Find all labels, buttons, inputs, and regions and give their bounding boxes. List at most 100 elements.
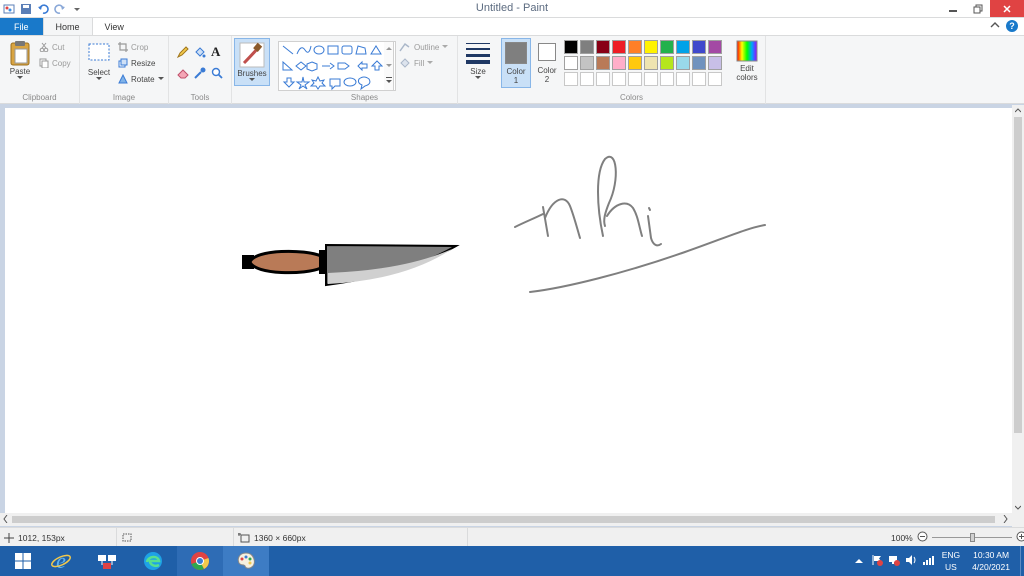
palette-swatch[interactable] — [644, 56, 658, 70]
zoom-out-icon[interactable] — [917, 531, 928, 544]
show-desktop-button[interactable] — [1020, 546, 1024, 576]
magnifier-icon[interactable] — [211, 67, 223, 81]
paste-button[interactable]: Paste — [5, 40, 35, 80]
copy-button[interactable]: Copy — [39, 58, 71, 68]
scroll-right-icon[interactable] — [1003, 514, 1008, 525]
rotate-icon — [118, 74, 128, 84]
input-language[interactable]: ENG US — [942, 549, 960, 573]
tab-view[interactable]: View — [93, 18, 136, 35]
minimize-button[interactable] — [940, 0, 965, 17]
palette-swatch[interactable] — [628, 40, 642, 54]
restore-button[interactable] — [965, 0, 990, 17]
show-hidden-icons-icon[interactable] — [854, 556, 863, 566]
palette-swatch[interactable] — [692, 56, 706, 70]
close-button[interactable] — [990, 0, 1024, 17]
color1-button[interactable]: Color 1 — [501, 38, 531, 88]
text-tool-icon[interactable]: A — [211, 44, 220, 60]
palette-swatch[interactable] — [612, 40, 626, 54]
help-icon[interactable]: ? — [1006, 20, 1018, 32]
color1-swatch — [505, 42, 527, 64]
zoom-slider-thumb[interactable] — [969, 533, 975, 542]
taskbar-network-app[interactable] — [84, 546, 130, 576]
scroll-down-icon[interactable] — [1014, 503, 1022, 512]
paint-app-icon[interactable] — [3, 3, 15, 15]
palette-swatch[interactable] — [708, 72, 722, 86]
palette-swatch[interactable] — [644, 72, 658, 86]
redo-icon[interactable] — [54, 3, 66, 15]
palette-swatch[interactable] — [580, 56, 594, 70]
crop-button[interactable]: Crop — [118, 42, 148, 52]
palette-swatch[interactable] — [676, 56, 690, 70]
signal-icon[interactable] — [922, 554, 934, 568]
taskbar-internet-explorer[interactable]: e — [38, 546, 84, 576]
undo-icon[interactable] — [37, 3, 49, 15]
tab-home[interactable]: Home — [42, 17, 93, 35]
fill-bucket-icon[interactable] — [194, 46, 206, 60]
palette-swatch[interactable] — [628, 56, 642, 70]
zoom-in-icon[interactable] — [1016, 531, 1024, 544]
size-button[interactable]: Size — [463, 42, 493, 80]
taskbar-chrome[interactable] — [177, 546, 223, 576]
cut-button[interactable]: Cut — [39, 42, 64, 52]
vertical-scrollbar[interactable] — [1012, 105, 1024, 513]
palette-swatch[interactable] — [660, 40, 674, 54]
palette-swatch[interactable] — [708, 40, 722, 54]
palette-swatch[interactable] — [596, 40, 610, 54]
palette-swatch[interactable] — [580, 72, 594, 86]
scroll-left-icon[interactable] — [3, 514, 8, 525]
edit-colors-button[interactable]: Edit colors — [732, 40, 762, 82]
palette-swatch[interactable] — [580, 40, 594, 54]
palette-swatch[interactable] — [596, 56, 610, 70]
knife-drawing — [242, 243, 460, 287]
palette-swatch[interactable] — [564, 72, 578, 86]
taskbar-paint[interactable] — [223, 546, 269, 576]
palette-swatch[interactable] — [660, 72, 674, 86]
fill-button[interactable]: Fill — [399, 58, 434, 68]
select-button[interactable]: Select — [84, 42, 114, 81]
shapes-gallery-scroll[interactable] — [384, 41, 394, 91]
palette-swatch[interactable] — [612, 72, 626, 86]
eraser-icon[interactable] — [177, 67, 189, 81]
scroll-up-icon[interactable] — [1014, 106, 1022, 115]
color2-button[interactable]: Color 2 — [533, 38, 561, 88]
horizontal-scrollbar[interactable] — [0, 513, 1012, 526]
taskbar-edge[interactable] — [130, 546, 176, 576]
chevron-down-icon — [249, 78, 255, 81]
network-alert-icon[interactable] — [888, 554, 900, 568]
flag-alert-icon[interactable] — [871, 554, 883, 568]
palette-swatch[interactable] — [564, 56, 578, 70]
scissors-icon — [39, 42, 49, 52]
brushes-button[interactable]: Brushes — [234, 38, 270, 86]
vertical-scroll-thumb[interactable] — [1014, 117, 1022, 433]
shapes-gallery[interactable] — [278, 41, 396, 91]
zoom-slider[interactable] — [931, 532, 1012, 543]
tab-file[interactable]: File — [0, 18, 43, 35]
save-icon[interactable] — [20, 3, 32, 15]
palette-swatch[interactable] — [628, 72, 642, 86]
resize-button[interactable]: Resize — [118, 58, 155, 68]
colors-group: Color 1 Color 2 Edit colors Colors — [498, 36, 766, 104]
palette-swatch[interactable] — [692, 72, 706, 86]
palette-swatch[interactable] — [644, 40, 658, 54]
palette-swatch[interactable] — [708, 56, 722, 70]
minimize-ribbon-icon[interactable] — [990, 21, 1000, 31]
color-picker-icon[interactable] — [194, 67, 206, 81]
outline-button[interactable]: Outline — [399, 42, 449, 52]
palette-swatch[interactable] — [676, 72, 690, 86]
rotate-button[interactable]: Rotate — [118, 74, 164, 84]
palette-swatch[interactable] — [676, 40, 690, 54]
volume-icon[interactable] — [905, 554, 917, 568]
palette-swatch[interactable] — [564, 40, 578, 54]
palette-swatch[interactable] — [692, 40, 706, 54]
canvas-drawing — [242, 155, 766, 293]
pencil-icon[interactable] — [176, 46, 189, 60]
signature-drawing — [514, 155, 766, 293]
palette-swatch[interactable] — [660, 56, 674, 70]
customize-toolbar-icon[interactable] — [71, 3, 83, 15]
palette-swatch[interactable] — [612, 56, 626, 70]
window-title: Untitled - Paint — [475, 2, 549, 14]
horizontal-scroll-thumb[interactable] — [12, 516, 995, 523]
clock[interactable]: 10:30 AM 4/20/2021 — [972, 549, 1010, 573]
drawing-canvas[interactable] — [5, 108, 1012, 513]
palette-swatch[interactable] — [596, 72, 610, 86]
